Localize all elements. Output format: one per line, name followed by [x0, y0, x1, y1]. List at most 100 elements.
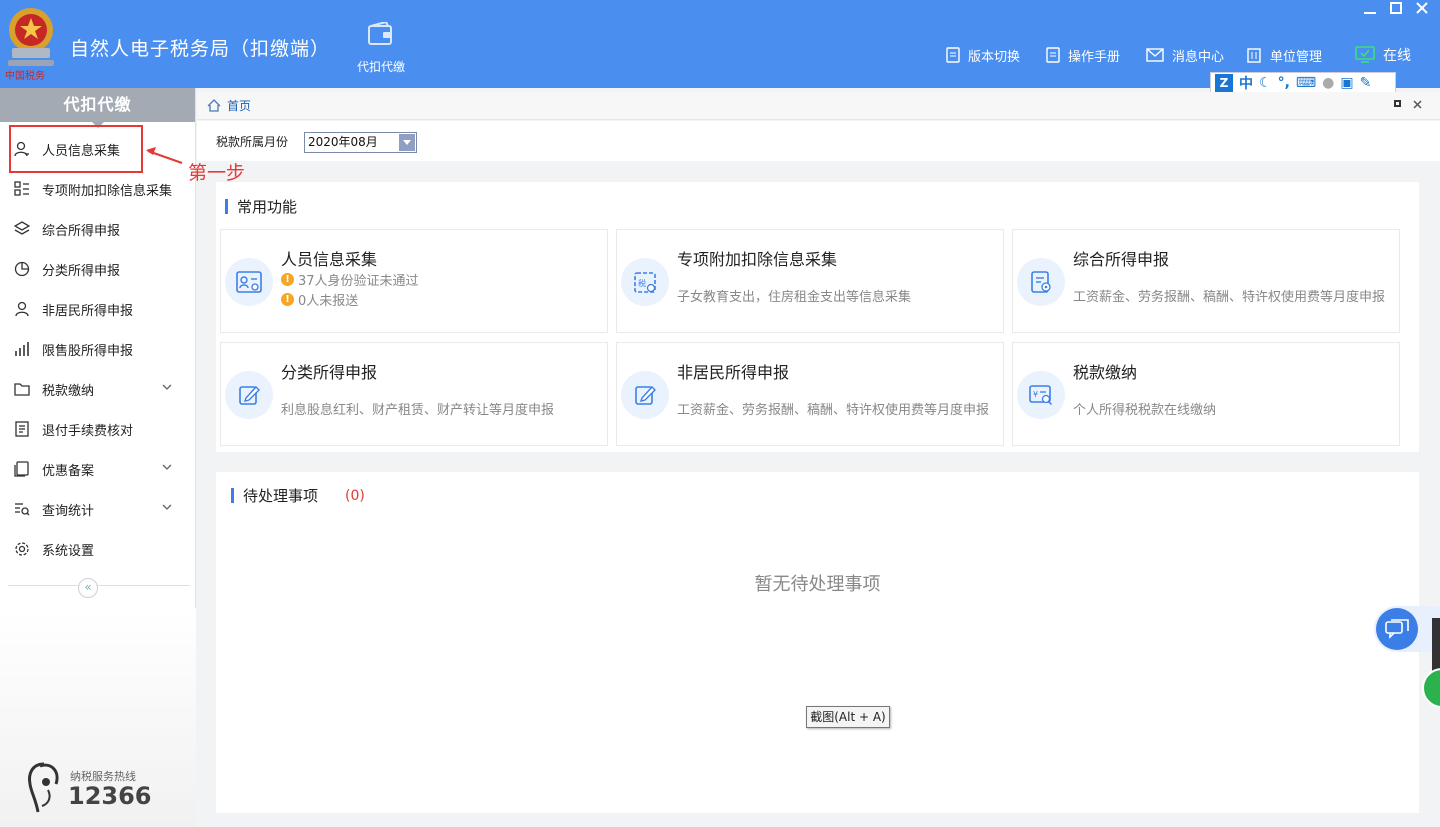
card-classified-income[interactable]: 分类所得申报 利息股息红利、财产租赁、财产转让等月度申报: [220, 342, 608, 446]
punctuation-icon[interactable]: °,: [1278, 75, 1290, 91]
annotation-step-label: 第一步: [188, 162, 246, 184]
manual-link[interactable]: 操作手册: [1046, 45, 1120, 65]
wallet-icon: [368, 22, 392, 45]
breadcrumb-home[interactable]: 首页: [227, 97, 251, 114]
module-daikoudaijiao-button[interactable]: 代扣代缴: [350, 22, 412, 80]
gear-icon: [15, 542, 29, 556]
screenshot-tooltip: 截图(Alt + A): [806, 706, 890, 728]
ime-toolbar[interactable]: Z 中 ☾ °, ⌨ ● ▣ ✎: [1210, 72, 1396, 94]
sidebar-item-tax-payment[interactable]: 税款缴纳: [0, 369, 196, 409]
card-title: 税款缴纳: [1073, 363, 1138, 382]
card-warning-unsubmitted[interactable]: ! 0人未报送: [281, 290, 358, 309]
id-card-icon: [236, 271, 262, 293]
headset-agent-icon: [28, 762, 59, 813]
card-description: 利息股息红利、财产租赁、财产转让等月度申报: [281, 403, 555, 418]
document-plus-icon: [1031, 271, 1051, 293]
tab-close-icon[interactable]: [1413, 100, 1422, 109]
sidebar-item-special-deduction[interactable]: 专项附加扣除信息采集: [0, 169, 196, 209]
sidebar-collapse-button[interactable]: «: [78, 578, 98, 598]
card-description: 工资薪金、劳务报酬、稿酬、特许权使用费等月度申报: [1073, 290, 1386, 305]
layers-icon: [14, 221, 30, 235]
sidebar-item-nonresident-income[interactable]: 非居民所得申报: [0, 289, 196, 329]
manual-icon: [1046, 47, 1060, 63]
card-description: 子女教育支出，住房租金支出等信息采集: [677, 290, 912, 305]
warning-icon: !: [281, 273, 294, 286]
mail-icon: [1146, 48, 1164, 62]
card-description: 个人所得税税款在线缴纳: [1073, 403, 1217, 418]
card-title: 非居民所得申报: [677, 363, 790, 382]
month-select[interactable]: 2020年08月: [304, 132, 417, 153]
ime-mode[interactable]: 中: [1239, 73, 1253, 93]
chat-icon: [1385, 619, 1409, 639]
warning-icon: !: [281, 293, 294, 306]
receipt-icon: [15, 421, 29, 437]
monitor-check-icon: [1355, 46, 1375, 63]
sidebar-item-refund-fee-check[interactable]: 退付手续费核对: [0, 409, 196, 449]
pending-items-panel: 待处理事项 (0) 暂无待处理事项: [216, 472, 1419, 813]
sidebar-item-query-statistics[interactable]: 查询统计: [0, 489, 196, 529]
card-personnel-info[interactable]: 人员信息采集 ! 37人身份验证未通过 ! 0人未报送: [220, 229, 608, 333]
pending-count: (0): [345, 487, 365, 504]
card-comprehensive-income[interactable]: 综合所得申报 工资薪金、劳务报酬、稿酬、特许权使用费等月度申报: [1012, 229, 1400, 333]
unit-management-link[interactable]: 单位管理: [1246, 45, 1322, 65]
keyboard-icon[interactable]: ⌨: [1296, 75, 1316, 91]
card-title: 分类所得申报: [281, 363, 378, 382]
common-functions-panel: 常用功能 人员信息采集 ! 37人身份验证未通过 ! 0人未报送 税 专项附加扣除信…: [216, 182, 1419, 452]
skin-icon[interactable]: ▣: [1340, 75, 1353, 91]
message-center-link[interactable]: 消息中心: [1146, 45, 1224, 65]
list-grid-icon: [14, 181, 29, 196]
chat-float-button[interactable]: [1374, 606, 1440, 652]
dropdown-arrow-icon[interactable]: [399, 134, 415, 151]
building-icon: [1247, 48, 1261, 63]
version-switch-link[interactable]: 版本切换: [946, 45, 1020, 65]
yuan-search-icon: ¥: [1029, 385, 1053, 406]
user-icon[interactable]: ●: [1322, 75, 1334, 91]
online-status-link[interactable]: 在线: [1355, 45, 1411, 65]
sidebar-item-preferential-filing[interactable]: 优惠备案: [0, 449, 196, 489]
edit-icon: [239, 385, 260, 405]
bar-chart-icon: [15, 342, 29, 356]
list-search-icon: [15, 503, 30, 516]
green-float-button[interactable]: [1422, 668, 1440, 708]
card-tax-payment[interactable]: ¥ 税款缴纳 个人所得税税款在线缴纳: [1012, 342, 1400, 446]
card-title: 专项附加扣除信息采集: [677, 250, 838, 269]
filter-bar: 税款所属月份 2020年08月: [197, 121, 1440, 161]
folder-icon: [14, 383, 30, 396]
annotation-arrow: [146, 147, 183, 164]
pending-empty-message: 暂无待处理事项: [754, 574, 881, 595]
chevron-down-icon: [162, 384, 172, 390]
window-controls: [1364, 2, 1428, 14]
breadcrumb: 首页: [197, 92, 1440, 120]
close-icon[interactable]: [1416, 2, 1428, 14]
card-title: 综合所得申报: [1073, 250, 1170, 269]
module-label: 代扣代缴: [356, 60, 405, 74]
card-warning-unverified[interactable]: ! 37人身份验证未通过: [281, 270, 419, 289]
sidebar-item-classified-income[interactable]: 分类所得申报: [0, 249, 196, 289]
tax-calendar-icon: 税: [634, 272, 656, 293]
chevron-down-icon: [162, 464, 172, 470]
card-description: 工资薪金、劳务报酬、稿酬、特许权使用费等月度申报: [677, 403, 990, 418]
restore-icon[interactable]: [1390, 2, 1402, 14]
tab-restore-icon[interactable]: [1394, 100, 1401, 107]
sidebar-item-restricted-stock[interactable]: 限售股所得申报: [0, 329, 196, 369]
sidebar-item-system-settings[interactable]: 系统设置: [0, 529, 196, 569]
card-nonresident-income[interactable]: 非居民所得申报 工资薪金、劳务报酬、稿酬、特许权使用费等月度申报: [616, 342, 1004, 446]
hotline-number: 12366: [68, 782, 152, 810]
app-title: 自然人电子税务局（扣缴端）: [70, 38, 331, 60]
moon-icon[interactable]: ☾: [1259, 75, 1272, 91]
minimize-icon[interactable]: [1364, 2, 1376, 14]
home-icon: [207, 99, 221, 112]
wrench-icon[interactable]: ✎: [1360, 75, 1372, 91]
svg-text:中国税务: 中国税务: [5, 69, 45, 82]
edit-icon: [635, 385, 656, 405]
common-functions-title: 常用功能: [225, 196, 297, 217]
annotation-highlight-box: [9, 125, 143, 173]
svg-text:税: 税: [638, 278, 646, 288]
ime-logo-icon: Z: [1215, 74, 1233, 92]
copy-document-icon: [14, 461, 29, 477]
card-special-deduction[interactable]: 税 专项附加扣除信息采集 子女教育支出，住房租金支出等信息采集: [616, 229, 1004, 333]
sidebar-item-comprehensive-income[interactable]: 综合所得申报: [0, 209, 196, 249]
card-title: 人员信息采集: [281, 250, 378, 269]
tab-controls: [1394, 100, 1428, 109]
sidebar-divider: [8, 585, 190, 586]
